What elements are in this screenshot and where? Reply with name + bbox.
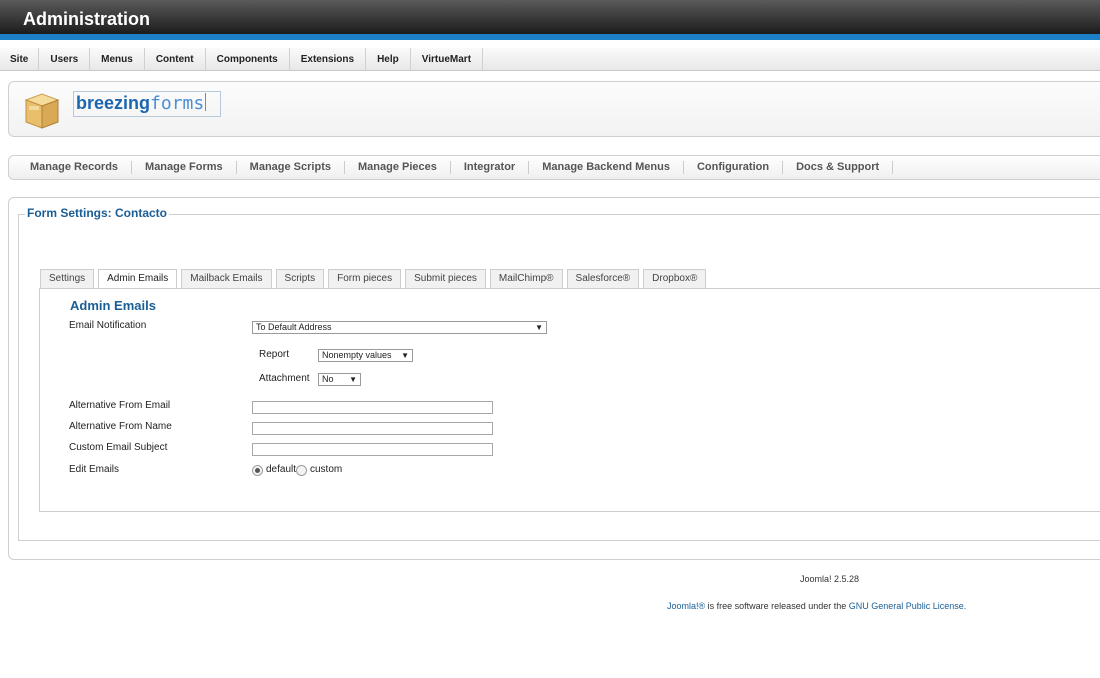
report-value: Nonempty values [322,350,392,360]
joomla-link[interactable]: Joomla!® [667,601,705,611]
menu-virtuemart[interactable]: VirtueMart [411,48,484,71]
subnav-manage-backend-menus[interactable]: Manage Backend Menus [529,161,684,174]
admin-header: Administration [0,0,1100,40]
breezingforms-logo: breezingforms [73,91,221,121]
joomla-version: Joomla! 2.5.28 [800,574,860,584]
dropdown-arrow-icon: ▼ [401,351,409,360]
admin-emails-title: Admin Emails [70,298,156,313]
edit-emails-custom-label: custom [310,464,343,475]
gpl-license-link[interactable]: GNU General Public License. [849,601,967,611]
alt-from-email-input[interactable] [252,401,493,414]
package-box-icon [24,93,60,129]
edit-emails-default-radio[interactable] [252,465,263,476]
menu-help[interactable]: Help [366,48,411,71]
alt-from-email-label: Alternative From Email [69,400,171,411]
alt-from-name-label: Alternative From Name [69,421,172,432]
tab-admin-emails[interactable]: Admin Emails [98,269,178,289]
subnav-configuration[interactable]: Configuration [684,161,784,174]
email-notification-select[interactable]: To Default Address ▼ [252,321,547,334]
email-notification-label: Email Notification [69,320,147,331]
attachment-label: Attachment [259,373,310,384]
alt-from-name-input[interactable] [252,422,493,435]
dropdown-arrow-icon: ▼ [535,323,543,332]
brand-header: breezingforms [8,81,1100,137]
top-menu-bar: Site Users Menus Content Components Exte… [0,48,1100,71]
subnav-manage-scripts[interactable]: Manage Scripts [237,161,345,174]
tab-dropbox[interactable]: Dropbox® [643,269,707,288]
subnav-manage-pieces[interactable]: Manage Pieces [345,161,451,174]
subnav-docs-support[interactable]: Docs & Support [783,161,894,174]
edit-emails-default-label: default [266,464,297,475]
form-settings-fieldset: Form Settings: Contacto Settings Admin E… [18,206,1100,541]
report-label: Report [259,349,290,360]
header-title: Administration [23,9,151,29]
main-panel: Form Settings: Contacto Settings Admin E… [8,197,1100,560]
logo-frame [73,91,221,117]
tab-scripts[interactable]: Scripts [275,269,325,288]
form-settings-legend: Form Settings: Contacto [25,206,169,220]
custom-email-subject-input[interactable] [252,443,493,456]
email-notification-value: To Default Address [256,322,332,332]
subnav-integrator[interactable]: Integrator [451,161,530,174]
menu-menus[interactable]: Menus [90,48,145,71]
menu-content[interactable]: Content [145,48,206,71]
tab-form-pieces[interactable]: Form pieces [328,269,402,288]
component-subnav: Manage Records Manage Forms Manage Scrip… [8,155,1100,180]
custom-email-subject-label: Custom Email Subject [69,442,168,453]
edit-emails-label: Edit Emails [69,464,120,475]
admin-emails-tab-panel: Admin Emails Email Notification To Defau… [39,288,1100,512]
attachment-select[interactable]: No ▼ [318,373,361,386]
settings-tabs: Settings Admin Emails Mailback Emails Sc… [40,269,710,289]
menu-components[interactable]: Components [206,48,290,71]
dropdown-arrow-icon: ▼ [349,375,357,384]
tab-submit-pieces[interactable]: Submit pieces [405,269,486,288]
tab-salesforce[interactable]: Salesforce® [566,269,640,288]
license-text: is free software released under the [705,601,849,611]
report-select[interactable]: Nonempty values ▼ [318,349,413,362]
license-line: Joomla!® is free software released under… [667,601,966,611]
menu-site[interactable]: Site [0,48,40,71]
subnav-manage-records[interactable]: Manage Records [17,161,133,174]
tab-mailback-emails[interactable]: Mailback Emails [181,269,272,288]
menu-extensions[interactable]: Extensions [290,48,367,71]
menu-users[interactable]: Users [39,48,91,71]
edit-emails-custom-radio[interactable] [296,465,307,476]
tab-settings[interactable]: Settings [40,269,95,288]
subnav-manage-forms[interactable]: Manage Forms [132,161,237,174]
attachment-value: No [322,374,334,384]
tab-mailchimp[interactable]: MailChimp® [489,269,563,288]
